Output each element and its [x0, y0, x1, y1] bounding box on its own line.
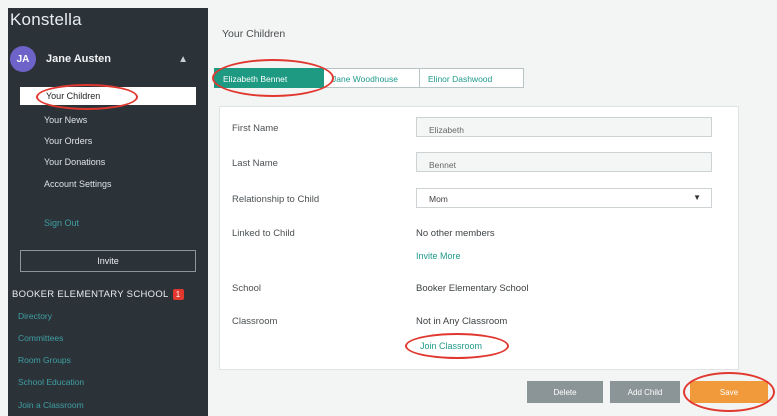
menu-item-your-children[interactable]: Your Children: [20, 87, 196, 105]
relationship-value: Mom: [429, 194, 448, 204]
classroom-value: Not in Any Classroom: [416, 316, 508, 327]
menu-item-account-settings[interactable]: Account Settings: [44, 179, 112, 189]
last-name-field[interactable]: [416, 152, 712, 172]
first-name-field[interactable]: [416, 117, 712, 137]
user-name: Jane Austen: [46, 53, 112, 65]
chevron-up-icon: ▲: [178, 53, 188, 65]
school-link-education[interactable]: School Education: [18, 377, 84, 387]
brand-logo[interactable]: Konstella: [10, 10, 82, 30]
school-link-join-classroom[interactable]: Join a Classroom: [18, 400, 84, 410]
save-button[interactable]: Save: [690, 381, 768, 403]
classroom-label: Classroom: [232, 316, 278, 327]
school-header[interactable]: BOOKER ELEMENTARY SCHOOL 1: [12, 289, 184, 300]
relationship-label: Relationship to Child: [232, 194, 320, 205]
tab-child-2[interactable]: Jane Woodhouse: [324, 68, 420, 88]
user-menu[interactable]: JA Jane Austen ▲: [10, 40, 192, 78]
delete-button[interactable]: Delete: [527, 381, 603, 403]
tab-child-1[interactable]: Elizabeth Bennet: [214, 68, 324, 88]
school-link-room-groups[interactable]: Room Groups: [18, 355, 71, 365]
tab-child-3[interactable]: Elinor Dashwood: [420, 68, 524, 88]
school-link-committees[interactable]: Committees: [18, 333, 63, 343]
invite-more-link[interactable]: Invite More: [416, 251, 461, 261]
linked-label: Linked to Child: [232, 228, 295, 239]
notification-badge: 1: [172, 289, 184, 300]
linked-value: No other members: [416, 228, 495, 239]
first-name-label: First Name: [232, 123, 279, 134]
last-name-label: Last Name: [232, 158, 278, 169]
join-classroom-link[interactable]: Join Classroom: [420, 341, 482, 351]
sign-out-link[interactable]: Sign Out: [44, 218, 79, 228]
school-label: School: [232, 283, 262, 294]
school-link-directory[interactable]: Directory: [18, 311, 52, 321]
school-value: Booker Elementary School: [416, 283, 529, 294]
menu-item-your-news[interactable]: Your News: [44, 115, 87, 125]
add-child-button[interactable]: Add Child: [610, 381, 680, 403]
invite-button[interactable]: Invite: [20, 250, 196, 272]
menu-item-your-orders[interactable]: Your Orders: [44, 136, 92, 146]
relationship-select[interactable]: Mom ▼: [416, 188, 712, 208]
menu-item-your-donations[interactable]: Your Donations: [44, 157, 105, 167]
avatar: JA: [10, 46, 36, 72]
child-tabs: Elizabeth Bennet Jane Woodhouse Elinor D…: [214, 68, 524, 88]
page-title: Your Children: [222, 28, 286, 40]
school-name: BOOKER ELEMENTARY SCHOOL: [12, 289, 169, 300]
chevron-down-icon: ▼: [693, 193, 701, 202]
